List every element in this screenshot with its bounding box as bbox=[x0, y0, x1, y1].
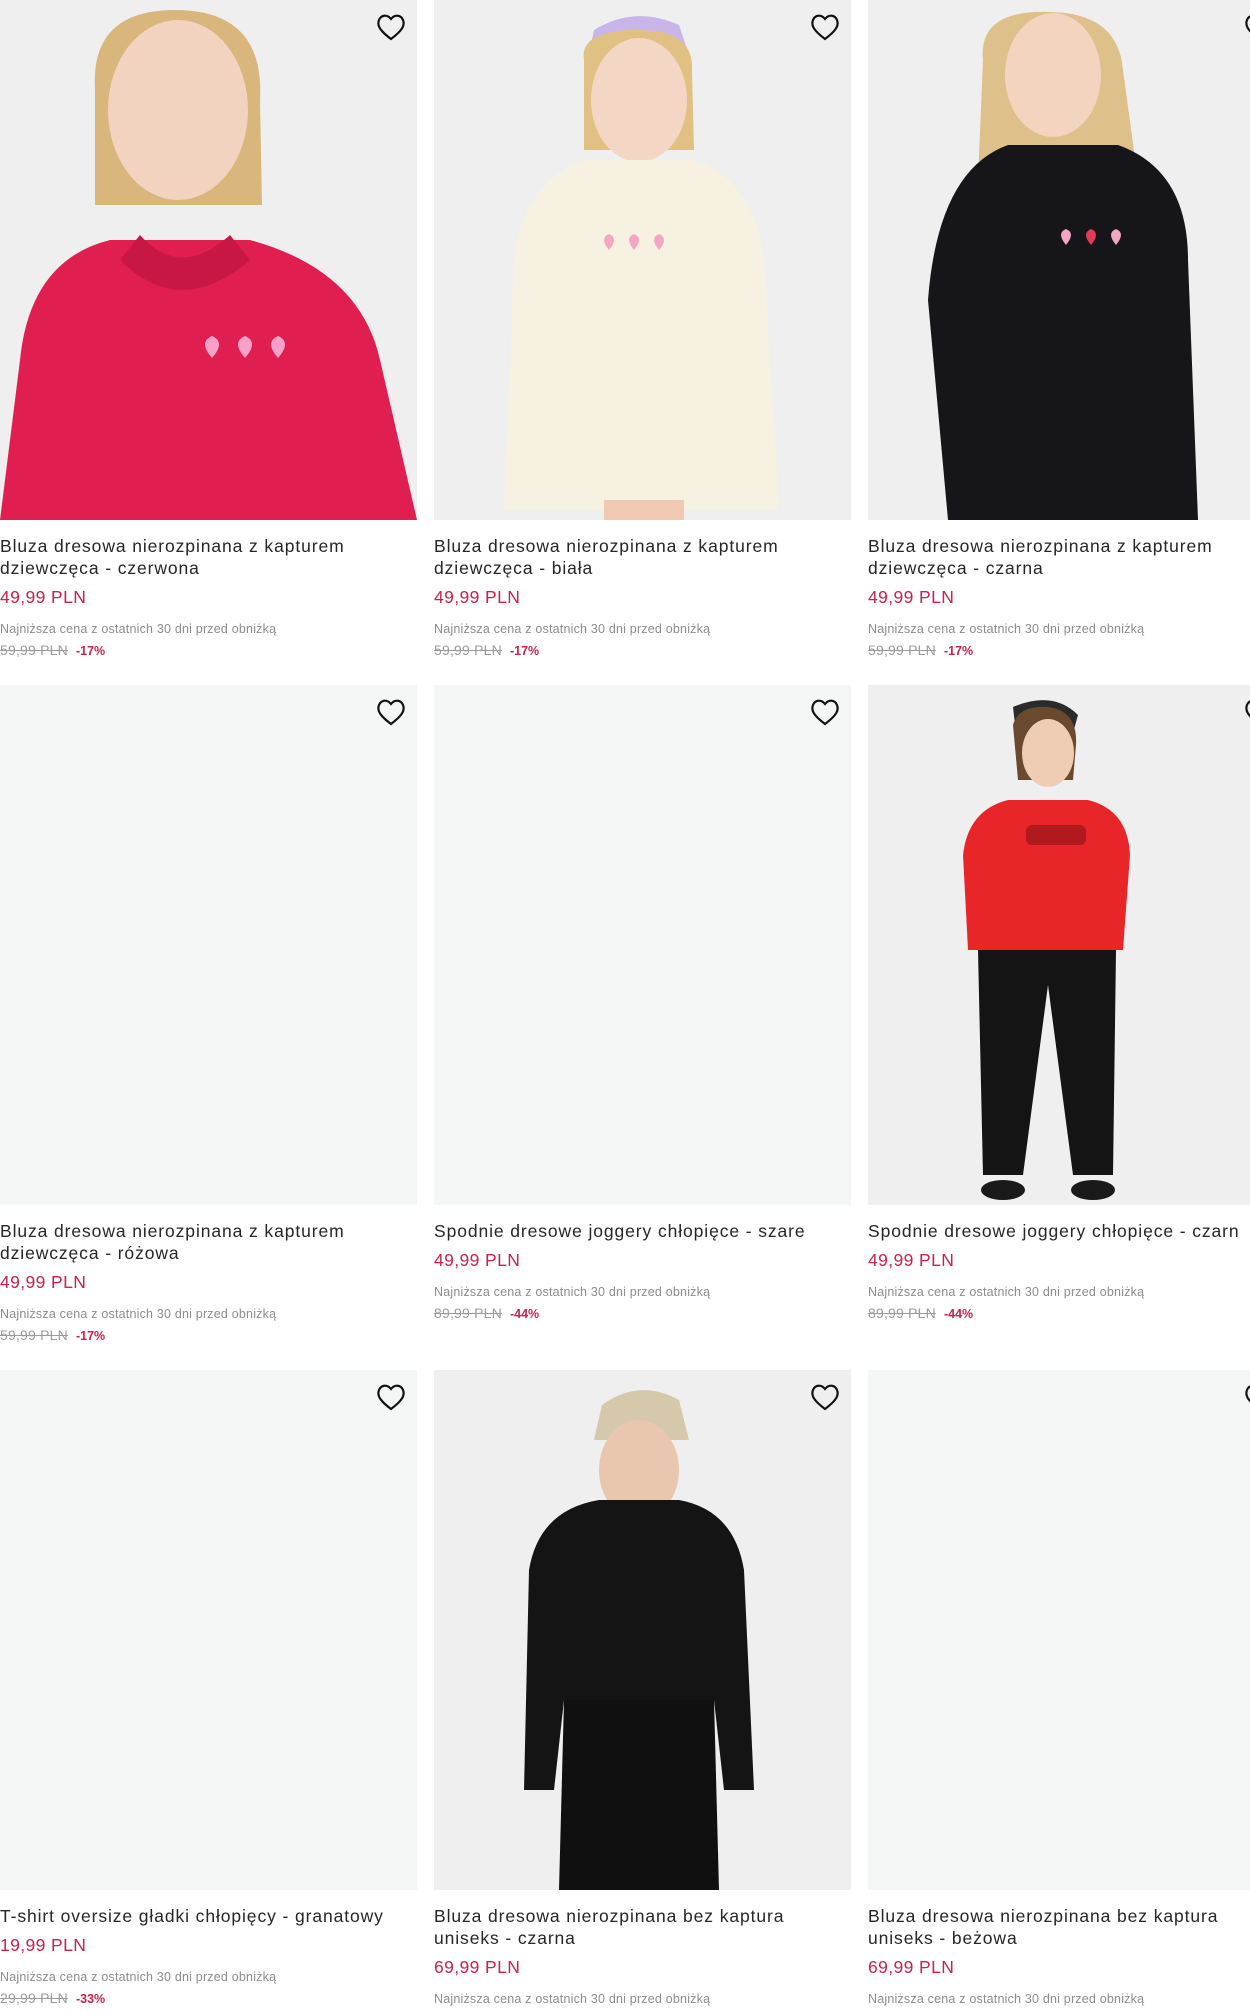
old-price-row: 89,99 PLN -44% bbox=[434, 1305, 851, 1321]
heart-outline-icon bbox=[377, 699, 405, 726]
product-title[interactable]: Bluza dresowa nierozpinana z kapturem dz… bbox=[434, 535, 851, 579]
heart-outline-icon bbox=[1245, 15, 1250, 33]
old-price: 59,99 PLN bbox=[434, 642, 502, 658]
product-image[interactable] bbox=[868, 0, 1250, 520]
lowest-price-note: Najniższa cena z ostatnich 30 dni przed … bbox=[868, 1992, 1145, 2006]
heart-outline-icon bbox=[1245, 700, 1250, 718]
man-black-sweatshirt-photo bbox=[434, 1370, 851, 1890]
favorite-button[interactable] bbox=[373, 10, 409, 44]
product-title[interactable]: T-shirt oversize gładki chłopięcy - gran… bbox=[0, 1905, 417, 1927]
product-price: 69,99 PLN bbox=[434, 1957, 521, 1977]
lowest-price-note: Najniższa cena z ostatnich 30 dni przed … bbox=[868, 622, 1145, 636]
heart-outline-icon bbox=[1245, 1385, 1250, 1403]
lowest-price-note: Najniższa cena z ostatnich 30 dni przed … bbox=[434, 1992, 711, 2006]
product-title[interactable]: Bluza dresowa nierozpinana z kapturem dz… bbox=[868, 535, 1250, 579]
product-grid: Bluza dresowa nierozpinana z kapturem dz… bbox=[0, 0, 1250, 2014]
old-price: 59,99 PLN bbox=[0, 1327, 68, 1343]
heart-outline-icon bbox=[377, 1384, 405, 1411]
favorite-button[interactable] bbox=[1241, 1380, 1250, 1414]
product-card[interactable]: T-shirt oversize gładki chłopięcy - gran… bbox=[0, 1370, 417, 2014]
product-price: 49,99 PLN bbox=[868, 587, 955, 607]
favorite-button[interactable] bbox=[1241, 10, 1250, 44]
product-price: 19,99 PLN bbox=[0, 1935, 87, 1955]
discount-badge: -44% bbox=[509, 1307, 540, 1321]
discount-badge: -44% bbox=[943, 1307, 974, 1321]
lowest-price-note: Najniższa cena z ostatnich 30 dni przed … bbox=[0, 622, 277, 636]
heart-outline-icon bbox=[811, 699, 839, 726]
old-price: 89,99 PLN bbox=[434, 1305, 502, 1321]
heart-outline-icon bbox=[811, 1384, 839, 1411]
old-price: 59,99 PLN bbox=[0, 642, 68, 658]
favorite-button[interactable] bbox=[373, 1380, 409, 1414]
lowest-price-note: Najniższa cena z ostatnich 30 dni przed … bbox=[0, 1970, 277, 1984]
old-price-row: 59,99 PLN -17% bbox=[0, 1327, 417, 1343]
product-card[interactable]: Bluza dresowa nierozpinana z kapturem dz… bbox=[868, 0, 1250, 685]
product-title[interactable]: Bluza dresowa nierozpinana bez kaptura u… bbox=[434, 1905, 851, 1949]
favorite-button[interactable] bbox=[373, 695, 409, 729]
product-card[interactable]: Bluza dresowa nierozpinana bez kaptura u… bbox=[868, 1370, 1250, 2014]
product-price: 49,99 PLN bbox=[0, 1272, 87, 1292]
product-card[interactable]: Spodnie dresowe joggery chłopięce - czar… bbox=[868, 685, 1250, 1370]
lowest-price-note: Najniższa cena z ostatnich 30 dni przed … bbox=[434, 622, 711, 636]
product-card[interactable]: Bluza dresowa nierozpinana bez kaptura u… bbox=[434, 1370, 851, 2014]
product-price: 49,99 PLN bbox=[868, 1250, 955, 1270]
product-image[interactable] bbox=[0, 0, 417, 520]
old-price-row: 59,99 PLN -17% bbox=[0, 642, 417, 658]
product-image[interactable] bbox=[868, 685, 1250, 1205]
heart-outline-icon bbox=[377, 14, 405, 41]
favorite-button[interactable] bbox=[807, 10, 843, 44]
product-price: 49,99 PLN bbox=[434, 587, 521, 607]
heart-outline-icon bbox=[811, 14, 839, 41]
product-card[interactable]: Bluza dresowa nierozpinana z kapturem dz… bbox=[0, 0, 417, 685]
product-title[interactable]: Spodnie dresowe joggery chłopięce - szar… bbox=[434, 1220, 851, 1242]
old-price-row: 59,99 PLN -17% bbox=[868, 642, 1250, 658]
old-price: 59,99 PLN bbox=[868, 642, 936, 658]
favorite-button[interactable] bbox=[1241, 695, 1250, 729]
lowest-price-note: Najniższa cena z ostatnich 30 dni przed … bbox=[434, 1285, 711, 1299]
discount-badge: -17% bbox=[75, 644, 106, 658]
lowest-price-note: Najniższa cena z ostatnich 30 dni przed … bbox=[0, 1307, 277, 1321]
boy-red-sweatshirt-photo bbox=[868, 685, 1250, 1205]
product-title[interactable]: Spodnie dresowe joggery chłopięce - czar… bbox=[868, 1220, 1250, 1242]
product-title[interactable]: Bluza dresowa nierozpinana z kapturem dz… bbox=[0, 1220, 417, 1264]
old-price-row: 59,99 PLN -17% bbox=[434, 642, 851, 658]
product-image[interactable] bbox=[0, 685, 417, 1205]
product-image[interactable] bbox=[434, 0, 851, 520]
lowest-price-note: Najniższa cena z ostatnich 30 dni przed … bbox=[868, 1285, 1145, 1299]
product-price: 69,99 PLN bbox=[868, 1957, 955, 1977]
discount-badge: -17% bbox=[943, 644, 974, 658]
product-price: 49,99 PLN bbox=[0, 587, 87, 607]
product-image[interactable] bbox=[434, 685, 851, 1205]
product-card[interactable]: Bluza dresowa nierozpinana z kapturem dz… bbox=[434, 0, 851, 685]
girl-black-hoodie-photo bbox=[868, 0, 1250, 520]
discount-badge: -33% bbox=[75, 1992, 106, 2006]
product-image[interactable] bbox=[434, 1370, 851, 1890]
product-image[interactable] bbox=[868, 1370, 1250, 1890]
product-card[interactable]: Spodnie dresowe joggery chłopięce - szar… bbox=[434, 685, 851, 1370]
favorite-button[interactable] bbox=[807, 695, 843, 729]
girl-red-hoodie-photo bbox=[0, 0, 417, 520]
product-title[interactable]: Bluza dresowa nierozpinana z kapturem dz… bbox=[0, 535, 417, 579]
old-price: 29,99 PLN bbox=[0, 1990, 68, 2006]
product-price: 49,99 PLN bbox=[434, 1250, 521, 1270]
old-price-row: 89,99 PLN -44% bbox=[868, 1305, 1250, 1321]
product-card[interactable]: Bluza dresowa nierozpinana z kapturem dz… bbox=[0, 685, 417, 1370]
girl-white-hoodie-photo bbox=[434, 0, 851, 520]
old-price: 89,99 PLN bbox=[868, 1305, 936, 1321]
product-title[interactable]: Bluza dresowa nierozpinana bez kaptura u… bbox=[868, 1905, 1250, 1949]
discount-badge: -17% bbox=[509, 644, 540, 658]
old-price-row: 29,99 PLN -33% bbox=[0, 1990, 417, 2006]
favorite-button[interactable] bbox=[807, 1380, 843, 1414]
discount-badge: -17% bbox=[75, 1329, 106, 1343]
product-image[interactable] bbox=[0, 1370, 417, 1890]
